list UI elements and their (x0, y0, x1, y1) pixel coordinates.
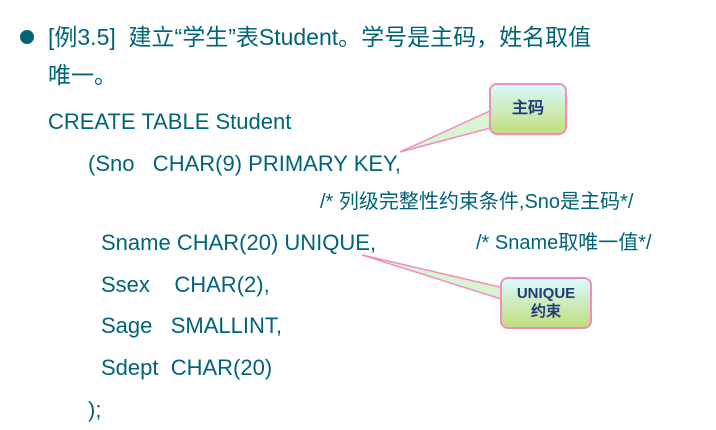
callout-text: 主码 (511, 100, 544, 117)
unique-pointer (361, 254, 505, 302)
code-comment: /* Sname取唯一值*/ (476, 232, 652, 254)
code-line: Sdept CHAR(20) (101, 355, 273, 380)
code-line: CREATE TABLE Student (48, 109, 292, 134)
callout-text: UNIQUE (516, 285, 576, 302)
code-line: Sname CHAR(20) UNIQUE, (101, 230, 377, 255)
code-line: (Sno CHAR(9) PRIMARY KEY, (88, 151, 401, 176)
primary-key-callout: 主码 (489, 83, 567, 135)
pk-pointer (399, 108, 499, 153)
code-line: Sage SMALLINT, (101, 313, 282, 338)
heading-line1: [例3.5] 建立“学生”表Student。学号是主码，姓名取值 (48, 24, 592, 50)
code-comment: /* 列级完整性约束条件,Sno是主码*/ (320, 191, 634, 213)
unique-callout: UNIQUE 约束 (500, 277, 592, 329)
code-line: ); (88, 397, 102, 422)
heading-line2: 唯一。 (48, 62, 117, 88)
callout-text: 约束 (530, 303, 561, 320)
bullet-icon (20, 30, 34, 44)
code-line: Ssex CHAR(2), (101, 272, 270, 297)
